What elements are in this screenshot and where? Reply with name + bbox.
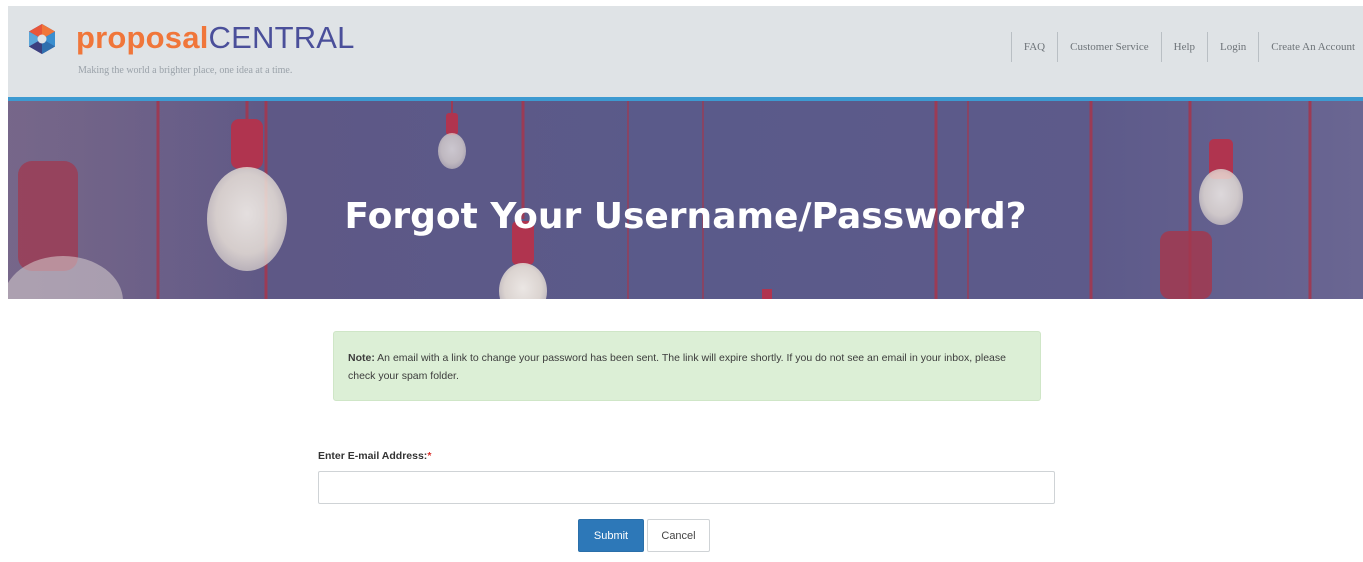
nav-link-customer-service[interactable]: Customer Service <box>1058 32 1161 62</box>
confirmation-note: Note: An email with a link to change you… <box>333 331 1041 401</box>
brand-name-part1: proposal <box>76 20 209 55</box>
email-field-label: Enter E-mail Address:* <box>318 450 431 462</box>
nav-link-faq[interactable]: FAQ <box>1012 32 1057 62</box>
top-nav: FAQ Customer Service Help Login Create A… <box>1010 32 1363 62</box>
note-label: Note: <box>348 352 375 364</box>
brand-logo-link[interactable]: proposalCENTRAL <box>76 20 355 56</box>
proposal-central-logo-icon <box>29 24 55 54</box>
required-marker: * <box>427 450 432 462</box>
email-label-text: Enter E-mail Address: <box>318 450 428 462</box>
page-title: Forgot Your Username/Password? <box>344 196 1027 238</box>
nav-link-create-account[interactable]: Create An Account <box>1259 32 1363 62</box>
email-input[interactable] <box>318 471 1055 504</box>
submit-button[interactable]: Submit <box>578 519 644 552</box>
brand-tagline: Making the world a brighter place, one i… <box>78 65 293 76</box>
hero-banner: Forgot Your Username/Password? <box>8 101 1363 299</box>
cancel-button[interactable]: Cancel <box>647 519 710 552</box>
brand-name-part2: CENTRAL <box>208 20 355 55</box>
note-text: An email with a link to change your pass… <box>348 352 1006 382</box>
nav-link-help[interactable]: Help <box>1162 32 1207 62</box>
site-header: proposalCENTRAL Making the world a brigh… <box>8 6 1363 97</box>
nav-link-login[interactable]: Login <box>1208 32 1258 62</box>
page: proposalCENTRAL Making the world a brigh… <box>0 0 1363 562</box>
